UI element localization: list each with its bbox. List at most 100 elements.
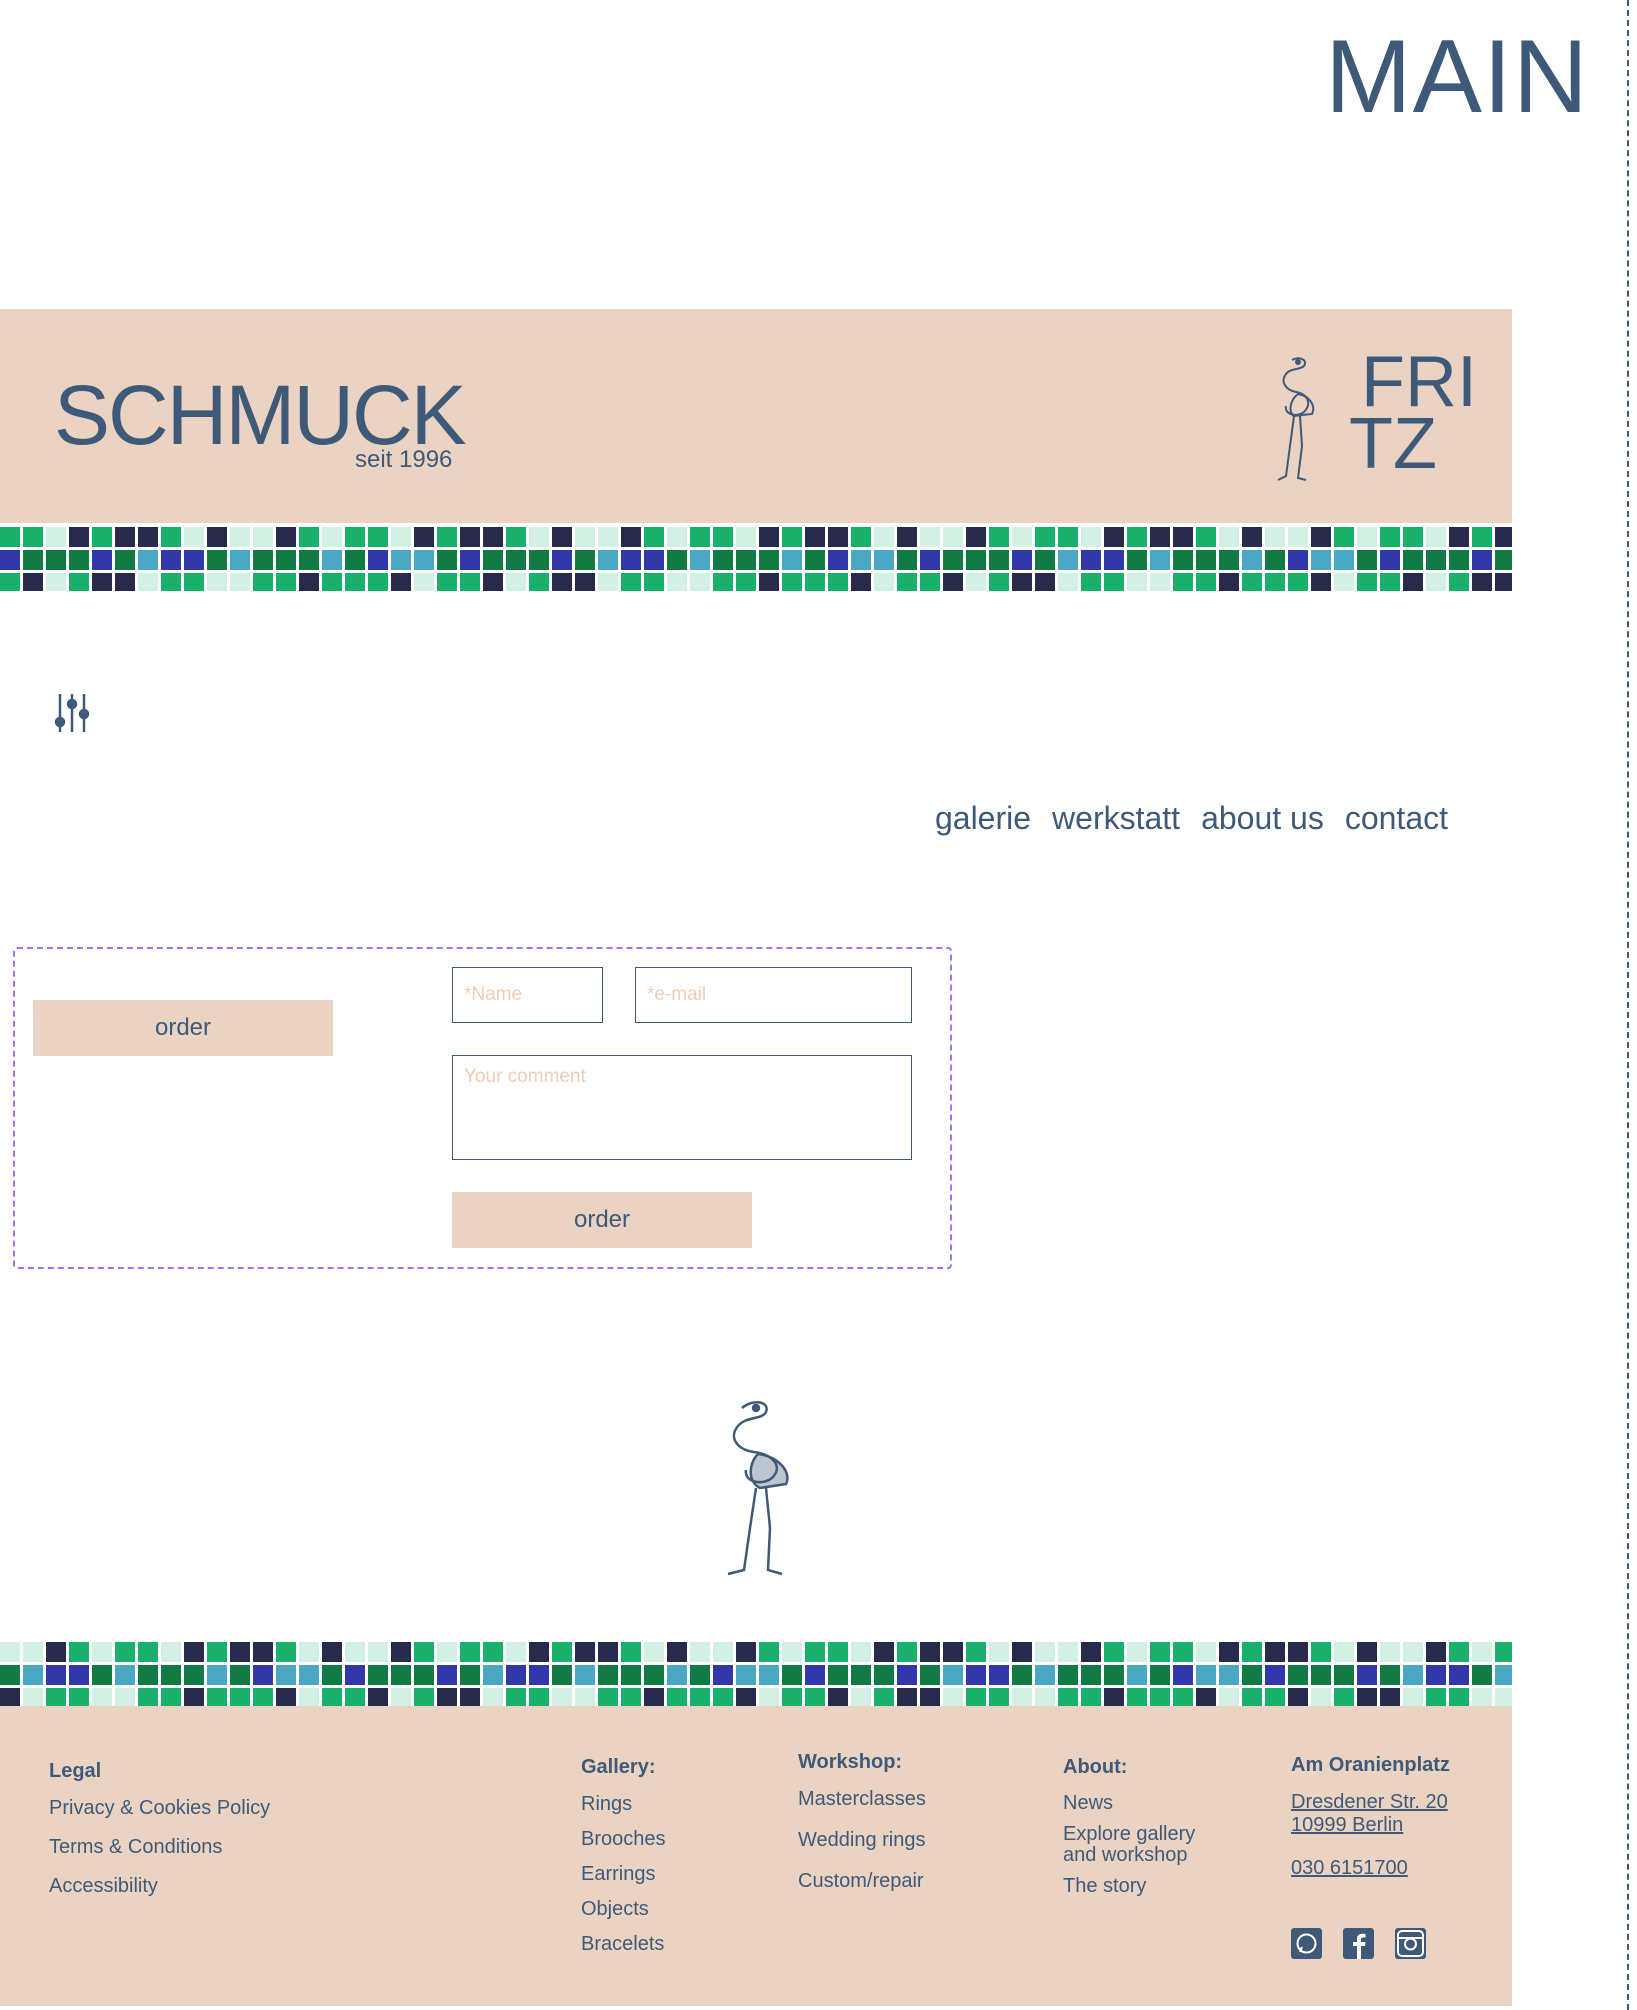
footer-link-masterclasses[interactable]: Masterclasses — [798, 1788, 926, 1811]
mosaic-tile — [759, 550, 779, 570]
mosaic-tile — [23, 1642, 43, 1662]
social-links — [1291, 1928, 1426, 1959]
nav-galerie[interactable]: galerie — [935, 800, 1031, 837]
mosaic-tile — [69, 1642, 89, 1662]
mosaic-tile — [759, 1688, 779, 1706]
mosaic-tile — [1127, 550, 1147, 570]
phone-link[interactable]: 030 6151700 — [1291, 1857, 1450, 1880]
mosaic-tile — [1035, 1665, 1055, 1685]
mosaic-tile — [851, 1688, 871, 1706]
mosaic-tile — [230, 1688, 250, 1706]
comment-field[interactable] — [452, 1055, 912, 1160]
mosaic-tile — [207, 573, 227, 591]
footer-link-explore[interactable]: Explore gallery and workshop — [1063, 1824, 1203, 1866]
mosaic-tile — [575, 573, 595, 591]
fritz-logo[interactable]: FRI TZ — [1264, 346, 1477, 489]
mosaic-tile — [92, 550, 112, 570]
mosaic-tile — [1403, 550, 1423, 570]
mosaic-tile — [207, 1688, 227, 1706]
mosaic-tile — [161, 1688, 181, 1706]
mosaic-tile — [1035, 550, 1055, 570]
mosaic-tile — [1219, 573, 1239, 591]
filter-sliders-icon[interactable] — [54, 692, 90, 734]
email-field[interactable] — [635, 967, 912, 1023]
order-toggle-button[interactable]: order — [33, 1000, 333, 1056]
mosaic-tile — [345, 1642, 365, 1662]
mosaic-tile — [207, 527, 227, 547]
mosaic-tile — [667, 1688, 687, 1706]
mosaic-tile — [782, 1642, 802, 1662]
mosaic-tile — [437, 1665, 457, 1685]
mosaic-tile — [828, 1688, 848, 1706]
page-main-label: MAIN — [1325, 19, 1589, 135]
footer-link-terms[interactable]: Terms & Conditions — [49, 1836, 270, 1859]
mosaic-tile — [460, 550, 480, 570]
mosaic-tile — [1150, 527, 1170, 547]
mosaic-tile — [805, 573, 825, 591]
mosaic-tile — [1380, 573, 1400, 591]
mosaic-tile — [1288, 1642, 1308, 1662]
mosaic-tile — [276, 1688, 296, 1706]
mosaic-tile — [1127, 527, 1147, 547]
order-submit-button[interactable]: order — [452, 1192, 752, 1248]
flamingo-icon — [1277, 357, 1315, 481]
mosaic-tile — [690, 1688, 710, 1706]
mosaic-tile — [1242, 1688, 1262, 1706]
mosaic-tile — [713, 1642, 733, 1662]
footer-link-privacy[interactable]: Privacy & Cookies Policy — [49, 1797, 270, 1820]
nav-contact[interactable]: contact — [1345, 800, 1448, 837]
mosaic-tile — [414, 1642, 434, 1662]
footer-link-news[interactable]: News — [1063, 1793, 1203, 1814]
footer-link-accessibility[interactable]: Accessibility — [49, 1875, 270, 1898]
mosaic-tile — [1127, 1665, 1147, 1685]
footer-about-heading[interactable]: About: — [1063, 1756, 1203, 1779]
mosaic-tile — [1334, 550, 1354, 570]
instagram-icon[interactable] — [1395, 1928, 1426, 1959]
mosaic-tile — [828, 527, 848, 547]
address-street-link[interactable]: Dresdener Str. 20 — [1291, 1791, 1450, 1814]
mosaic-tile — [1265, 1688, 1285, 1706]
facebook-icon[interactable] — [1343, 1928, 1374, 1959]
mosaic-tile — [989, 550, 1009, 570]
mosaic-tile — [207, 1642, 227, 1662]
site-footer: Legal Privacy & Cookies Policy Terms & C… — [0, 1706, 1512, 2006]
nav-werkstatt[interactable]: werkstatt — [1052, 800, 1180, 837]
mosaic-tile — [667, 573, 687, 591]
mosaic-tile — [1081, 573, 1101, 591]
mosaic-tile — [966, 1642, 986, 1662]
footer-link-wedding-rings[interactable]: Wedding rings — [798, 1829, 926, 1852]
mosaic-tile — [1472, 1642, 1492, 1662]
mosaic-tile — [1495, 527, 1512, 547]
footer-link-story[interactable]: The story — [1063, 1876, 1203, 1897]
mosaic-tile — [1173, 1642, 1193, 1662]
footer-gallery-heading[interactable]: Gallery: — [581, 1756, 666, 1779]
footer-link-brooches[interactable]: Brooches — [581, 1828, 666, 1851]
mosaic-tile — [0, 573, 20, 591]
mosaic-tile — [483, 1642, 503, 1662]
mosaic-tile — [1426, 573, 1446, 591]
mosaic-tile — [713, 550, 733, 570]
mosaic-tile — [0, 1642, 20, 1662]
mosaic-tile — [828, 573, 848, 591]
mosaic-tile — [529, 1642, 549, 1662]
address-city-link[interactable]: 10999 Berlin — [1291, 1814, 1450, 1837]
mosaic-tile — [989, 1665, 1009, 1685]
footer-link-objects[interactable]: Objects — [581, 1898, 666, 1921]
footer-link-custom-repair[interactable]: Custom/repair — [798, 1870, 926, 1893]
mosaic-tile — [1173, 573, 1193, 591]
footer-link-bracelets[interactable]: Bracelets — [581, 1933, 666, 1956]
footer-workshop-heading[interactable]: Workshop: — [798, 1751, 926, 1774]
mosaic-tile — [759, 573, 779, 591]
mosaic-tile — [207, 1665, 227, 1685]
mosaic-tile — [184, 573, 204, 591]
whatsapp-icon[interactable] — [1291, 1928, 1322, 1959]
mosaic-tile — [1265, 550, 1285, 570]
nav-about-us[interactable]: about us — [1201, 800, 1324, 837]
footer-link-rings[interactable]: Rings — [581, 1793, 666, 1816]
mosaic-tile — [920, 1642, 940, 1662]
mosaic-tile — [414, 1688, 434, 1706]
mosaic-tile — [391, 550, 411, 570]
footer-link-earrings[interactable]: Earrings — [581, 1863, 666, 1886]
name-field[interactable] — [452, 967, 603, 1023]
mosaic-tile — [1081, 550, 1101, 570]
